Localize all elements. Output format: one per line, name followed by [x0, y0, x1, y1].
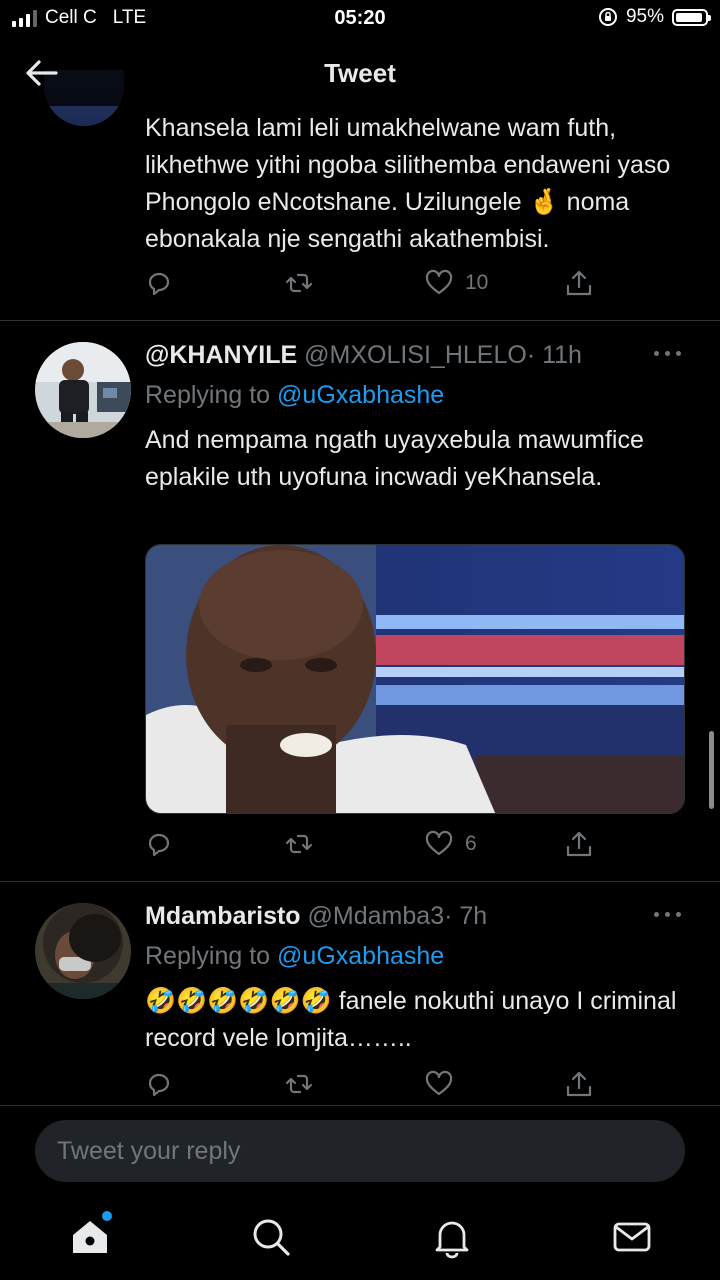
divider — [0, 881, 720, 882]
status-right: 95% — [598, 6, 711, 28]
user-handle[interactable]: @Mdamba3 — [308, 902, 445, 930]
retweet-icon — [285, 834, 313, 854]
like-button[interactable]: 10 — [425, 266, 488, 300]
retweet-icon — [285, 273, 313, 293]
nav-home[interactable] — [68, 1211, 112, 1259]
reply-input[interactable] — [35, 1120, 685, 1182]
share-icon — [566, 831, 592, 857]
share-icon — [566, 1071, 592, 1097]
battery-level — [676, 12, 703, 22]
tweet-image[interactable] — [145, 544, 685, 814]
more-icon[interactable] — [654, 910, 682, 920]
share-button[interactable] — [565, 827, 593, 861]
reply-button[interactable] — [145, 1067, 173, 1101]
replying-label: Replying to — [145, 942, 271, 970]
reply-icon — [148, 1073, 170, 1097]
display-name[interactable]: @KHANYILE — [145, 341, 297, 369]
mention-link[interactable]: @uGxabhashe — [277, 381, 444, 409]
messages-icon — [613, 1222, 651, 1252]
like-count: 10 — [465, 271, 489, 294]
mention-link[interactable]: @uGxabhashe — [277, 942, 444, 970]
scrollbar[interactable] — [709, 731, 714, 809]
user-handle[interactable]: @MXOLISI_HLELO — [304, 341, 527, 369]
more-icon[interactable] — [654, 349, 682, 359]
home-icon — [73, 1221, 107, 1253]
share-button[interactable] — [565, 1067, 593, 1101]
notifications-icon — [435, 1221, 469, 1259]
retweet-button[interactable] — [285, 1067, 313, 1101]
tweet-text: 🤣🤣🤣🤣🤣🤣 fanele nokuthi unayo I criminal r… — [145, 987, 677, 1052]
like-button[interactable] — [425, 1067, 465, 1101]
tweet-actions: 6 — [145, 827, 605, 861]
avatar[interactable] — [35, 903, 131, 999]
like-icon — [425, 1070, 453, 1096]
share-icon — [566, 270, 592, 296]
tweet-time: · 11h — [526, 341, 582, 369]
replying-to: Replying to @uGxabhashe — [145, 380, 444, 410]
notification-dot — [102, 1211, 112, 1221]
nav-notifications[interactable] — [430, 1215, 474, 1259]
tweet-header: @KHANYILE @MXOLISI_HLELO· 11h — [145, 340, 690, 370]
like-icon — [425, 830, 453, 856]
divider — [0, 320, 720, 321]
like-count: 6 — [465, 832, 477, 855]
reply-icon — [148, 833, 170, 857]
search-icon — [253, 1219, 290, 1256]
bottom-nav — [0, 1197, 720, 1280]
reply-icon — [148, 272, 170, 296]
retweet-button[interactable] — [285, 827, 313, 861]
orientation-lock-icon — [598, 8, 617, 26]
reply-button[interactable] — [145, 827, 173, 861]
tweet-actions — [145, 1067, 605, 1101]
display-name[interactable]: Mdambaristo — [145, 902, 301, 930]
like-button[interactable]: 6 — [425, 827, 477, 861]
nav-search[interactable] — [249, 1215, 293, 1259]
replying-to: Replying to @uGxabhashe — [145, 941, 444, 971]
nav-messages[interactable] — [610, 1215, 654, 1259]
top-bar: Tweet — [0, 40, 720, 106]
tweet-text: Khansela lami leli umakhelwane wam futh,… — [145, 114, 671, 253]
tweet-text: And nempama ngath uyayxebula mawumfice e… — [145, 426, 644, 491]
status-bar: Cell C LTE 05:20 95% — [0, 0, 720, 38]
like-icon — [425, 269, 453, 295]
tweet-actions: 10 — [145, 266, 605, 300]
battery-icon — [672, 8, 711, 26]
tweet-header: Mdambaristo @Mdamba3· 7h — [145, 901, 690, 931]
reply-button[interactable] — [145, 266, 173, 300]
battery-percent: 95% — [625, 6, 664, 27]
share-button[interactable] — [565, 266, 593, 300]
avatar[interactable] — [35, 342, 131, 438]
replying-label: Replying to — [145, 381, 271, 409]
retweet-icon — [285, 1074, 313, 1094]
reply-composer — [0, 1105, 720, 1198]
tweet-time: · 7h — [444, 902, 488, 930]
retweet-button[interactable] — [285, 266, 313, 300]
page-title: Tweet — [324, 58, 396, 88]
